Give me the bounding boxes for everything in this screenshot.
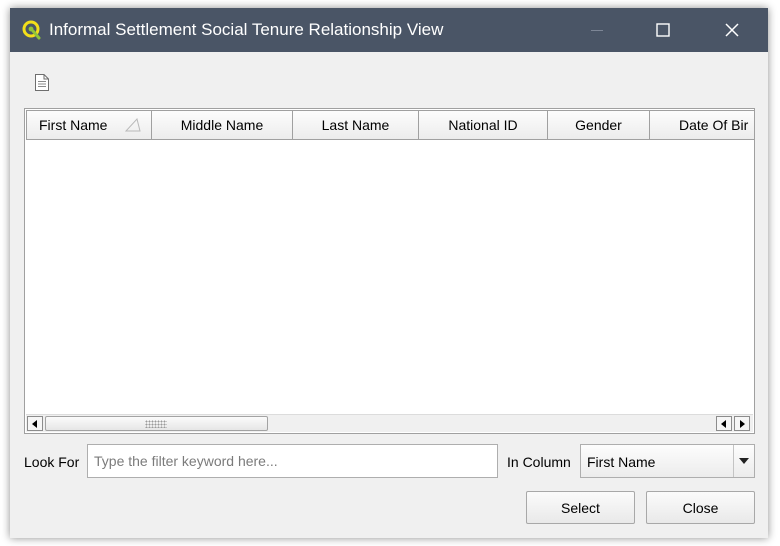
document-icon xyxy=(35,73,49,91)
column-header-label: Last Name xyxy=(321,117,390,133)
close-button-label: Close xyxy=(682,499,719,516)
scrollbar-thumb[interactable] xyxy=(45,416,268,431)
column-select[interactable]: First Name xyxy=(580,444,755,478)
column-header-first-name[interactable]: First Name xyxy=(26,110,152,140)
column-header-label: Gender xyxy=(575,117,622,133)
close-button[interactable]: Close xyxy=(646,491,755,524)
arrow-left-icon xyxy=(721,419,726,428)
title-bar[interactable]: Informal Settlement Social Tenure Relati… xyxy=(10,8,768,52)
column-header-national-id[interactable]: National ID xyxy=(419,110,548,140)
close-window-button[interactable] xyxy=(709,8,755,52)
window-title: Informal Settlement Social Tenure Relati… xyxy=(49,20,444,39)
column-header-date-of-birth[interactable]: Date Of Bir xyxy=(650,110,754,140)
document-button[interactable] xyxy=(30,70,54,94)
select-button[interactable]: Select xyxy=(526,491,635,524)
minimize-icon xyxy=(591,29,603,31)
column-header-middle-name[interactable]: Middle Name xyxy=(152,110,293,140)
column-header-gender[interactable]: Gender xyxy=(548,110,650,140)
table-header: First Name Middle Name Last Name Nationa… xyxy=(26,110,754,140)
column-select-value: First Name xyxy=(587,454,656,470)
column-header-last-name[interactable]: Last Name xyxy=(293,110,419,140)
sort-ascending-icon xyxy=(125,118,141,132)
maximize-button[interactable] xyxy=(640,8,686,52)
in-column-label: In Column xyxy=(507,454,571,470)
dialog-window: Informal Settlement Social Tenure Relati… xyxy=(10,8,768,538)
scroll-left-button[interactable] xyxy=(27,416,43,431)
close-icon xyxy=(725,23,739,37)
column-header-label: National ID xyxy=(448,117,518,133)
scroll-left-end-button[interactable] xyxy=(716,416,732,431)
qgis-logo-icon xyxy=(22,20,42,40)
column-header-label: First Name xyxy=(39,117,108,133)
column-header-label: Date Of Bir xyxy=(679,117,749,133)
look-for-label: Look For xyxy=(24,454,80,470)
scroll-right-button[interactable] xyxy=(734,416,750,431)
str-table[interactable]: First Name Middle Name Last Name Nationa… xyxy=(24,108,755,434)
maximize-icon xyxy=(656,23,670,37)
arrow-right-icon xyxy=(740,419,745,428)
grip-icon xyxy=(145,420,167,428)
horizontal-scrollbar[interactable] xyxy=(26,414,753,432)
column-header-label: Middle Name xyxy=(180,117,264,133)
combo-divider xyxy=(733,445,734,477)
select-button-label: Select xyxy=(561,499,600,516)
chevron-down-icon xyxy=(739,458,749,464)
minimize-button[interactable] xyxy=(574,8,620,52)
filter-keyword-input[interactable] xyxy=(87,444,498,478)
arrow-left-icon xyxy=(32,419,37,428)
